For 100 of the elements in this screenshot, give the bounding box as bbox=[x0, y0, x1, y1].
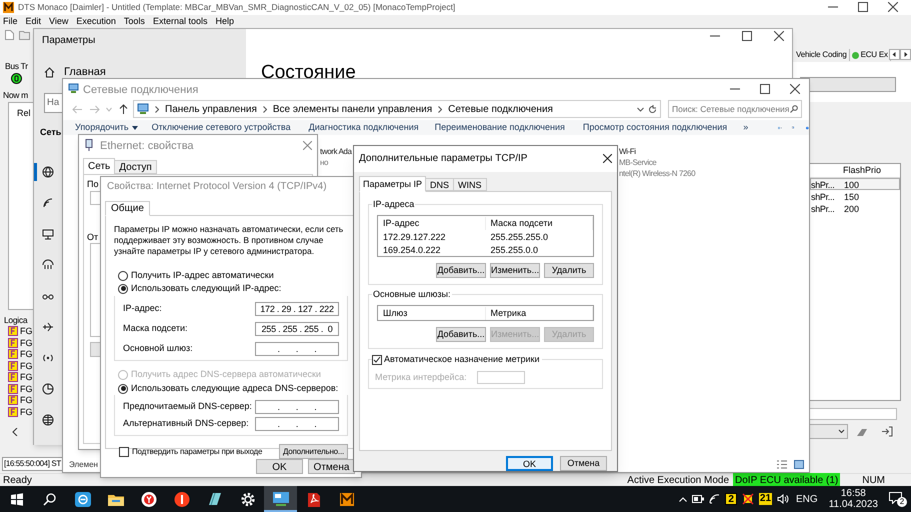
field-label: IP-адрес: bbox=[123, 302, 162, 315]
group-label: Logica bbox=[4, 314, 28, 327]
adapter-detail: но bbox=[320, 157, 330, 168]
advanced-button[interactable]: Дополнительно... bbox=[278, 444, 348, 459]
tray-badge[interactable]: 2 bbox=[725, 493, 737, 505]
tree-item[interactable]: FG bbox=[20, 360, 32, 371]
window-title: Дополнительные параметры TCP/IP bbox=[359, 152, 528, 166]
list-box[interactable]: IP-адрес Маска подсети 172.29.127.222 255.255.255.0 169.254.0.222 255.255.0.0 bbox=[377, 214, 594, 257]
log-field: [16:55:50:004] ST bbox=[2, 457, 62, 471]
window-title: Свойства: Internet Protocol Version 4 (TCP/IPv4) bbox=[106, 180, 328, 194]
menu-item[interactable]: Execution bbox=[76, 15, 116, 28]
field-label: Предпочитаемый DNS-сервер: bbox=[123, 400, 252, 413]
menu-item[interactable]: External tools bbox=[152, 15, 208, 28]
toolbar-button[interactable]: » bbox=[743, 120, 748, 134]
checkbox-label: Подтвердить параметры при выходе bbox=[132, 446, 262, 458]
column-header[interactable]: FlashPrio bbox=[841, 164, 882, 177]
table-cell-text: 172.29.127.222 bbox=[382, 230, 447, 243]
dialog-button[interactable]: Изменить... bbox=[490, 262, 540, 278]
group-label: IP-адреса bbox=[372, 198, 416, 212]
tree-item[interactable]: FG bbox=[20, 326, 32, 336]
field-label: Маска подсети: bbox=[123, 322, 188, 335]
dialog-button[interactable]: Добавить... bbox=[436, 262, 486, 278]
tray-badge[interactable]: 21 bbox=[758, 493, 772, 505]
section-heading: Сеть bbox=[40, 126, 62, 139]
toolbar-button[interactable]: Упорядочить bbox=[75, 120, 138, 134]
table-cell-text: 255.255.255.0 bbox=[490, 230, 550, 243]
tab[interactable]: Vehicle Coding bbox=[794, 49, 850, 61]
window-title: Ethernet: свойства bbox=[100, 139, 194, 154]
dialog-button[interactable]: Добавить... bbox=[436, 326, 486, 342]
tab[interactable]: Доступ bbox=[115, 160, 157, 174]
label: Now m bbox=[3, 89, 28, 102]
dialog-button[interactable]: OK bbox=[506, 456, 553, 471]
tree-item[interactable]: FG bbox=[20, 406, 32, 417]
toolbar-button[interactable]: Отключение сетевого устройства bbox=[152, 120, 291, 134]
column-header[interactable]: IP-адрес bbox=[378, 216, 486, 230]
column-header[interactable]: Маска подсети bbox=[486, 216, 593, 230]
table-row[interactable]: shPr... 100 bbox=[810, 178, 900, 190]
field-label: Альтернативный DNS-сервер: bbox=[123, 416, 249, 430]
tab[interactable]: Параметры IP bbox=[359, 176, 426, 192]
page-heading: Состояние bbox=[261, 61, 356, 85]
dialog-button[interactable]: Отмена bbox=[560, 456, 607, 471]
menu-item[interactable]: View bbox=[49, 15, 68, 28]
field-label: Метрика интерфейса: bbox=[375, 370, 467, 384]
address-bar[interactable]: Панель управления Все элементы панели управления Сетевые подключения bbox=[133, 100, 661, 118]
dialog-button[interactable]: OK bbox=[256, 459, 303, 474]
tree-item[interactable]: FG bbox=[20, 384, 32, 394]
breadcrumb-item[interactable]: Сетевые подключения bbox=[448, 102, 553, 116]
tree-item[interactable]: FG bbox=[20, 338, 32, 348]
language-indicator[interactable]: ENG bbox=[796, 492, 818, 506]
ip-address-field[interactable]: 172 . 29 . 127 . 222 bbox=[255, 302, 339, 316]
list-box[interactable]: Шлюз Метрика bbox=[377, 304, 594, 321]
status-text: Элемен bbox=[69, 459, 98, 471]
breadcrumb-item[interactable]: Все элементы панели управления bbox=[272, 102, 432, 116]
status-text: Ready bbox=[3, 474, 32, 488]
status-label: Active Execution Mode bbox=[627, 474, 730, 488]
description-text: Параметры IP можно назначать автоматически, если сеть поддерживает эту возможность. В противном случае узнайте параметры IP у сетевого администратора. bbox=[114, 224, 344, 257]
window-title: Параметры bbox=[42, 34, 96, 48]
window-title: DTS Monaco [Daimler] - Untitled (Template: MBCar_MBVan_SMR_DiagnosticCAN_V_02_05) [MonacoTempProject] bbox=[18, 1, 456, 14]
radio-label: Использовать следующие адреса DNS-серверов: bbox=[131, 382, 338, 395]
tab[interactable]: WINS bbox=[454, 178, 486, 191]
list-item[interactable]: Rel bbox=[17, 107, 31, 120]
ip-address-field[interactable]: . . . bbox=[255, 342, 339, 356]
adapter-detail: MB-Service bbox=[619, 157, 658, 168]
dialog-button[interactable]: Отмена bbox=[308, 459, 355, 474]
tree-item[interactable]: FG bbox=[20, 349, 32, 360]
tree-item[interactable]: FG bbox=[20, 395, 32, 406]
search-field[interactable]: Поиск: Сетевые подключения bbox=[668, 100, 802, 118]
toolbar-button[interactable]: Просмотр состояния подключения bbox=[582, 120, 728, 134]
ip-address-field[interactable]: . . . bbox=[255, 400, 339, 414]
ip-address-field[interactable]: 255 . 255 . 255 . 0 bbox=[255, 322, 339, 336]
tree-item[interactable]: FG bbox=[20, 372, 32, 382]
breadcrumb-item[interactable]: Панель управления bbox=[165, 102, 257, 116]
table-row[interactable]: shPr... 200 bbox=[810, 202, 900, 214]
toolbar-button[interactable]: Диагностика подключения bbox=[308, 120, 419, 134]
column-header[interactable]: Шлюз bbox=[378, 306, 486, 320]
ip-address-field[interactable]: . . . bbox=[255, 416, 339, 430]
toolbar-button[interactable]: Переименование подключения bbox=[434, 120, 565, 134]
menu-item[interactable]: Tools bbox=[124, 15, 145, 28]
nav-item[interactable]: Главная bbox=[64, 66, 106, 79]
radio-label: Получить IP-адрес автоматически bbox=[131, 268, 274, 282]
menu-item[interactable]: Help bbox=[215, 15, 234, 28]
table-row[interactable]: shPr... 150 bbox=[810, 190, 900, 202]
label: От bbox=[87, 231, 98, 244]
table-cell-text: 255.255.0.0 bbox=[490, 244, 540, 256]
adapter-name[interactable]: twork Ada bbox=[320, 146, 352, 157]
menu-item[interactable]: Edit bbox=[26, 15, 42, 28]
clock[interactable]: 16:58 11.04.2023 bbox=[828, 488, 878, 510]
adapter-name[interactable]: Wi-Fi bbox=[619, 146, 696, 157]
window-title: Сетевые подключения bbox=[83, 83, 198, 98]
menu-item[interactable]: File bbox=[3, 15, 18, 28]
status-indicator: NUM bbox=[862, 474, 885, 488]
radio-label: Использовать следующий IP-адрес: bbox=[131, 282, 282, 295]
column-header[interactable]: Метрика bbox=[486, 306, 593, 320]
tab[interactable]: DNS bbox=[426, 178, 454, 191]
dialog-button[interactable]: Удалить bbox=[544, 262, 594, 278]
label: По bbox=[87, 178, 98, 191]
search-field[interactable]: На bbox=[44, 93, 63, 113]
tab[interactable]: Общие bbox=[105, 201, 150, 216]
field-label: Основной шлюз: bbox=[123, 342, 193, 355]
tab[interactable]: Сеть bbox=[83, 158, 116, 175]
